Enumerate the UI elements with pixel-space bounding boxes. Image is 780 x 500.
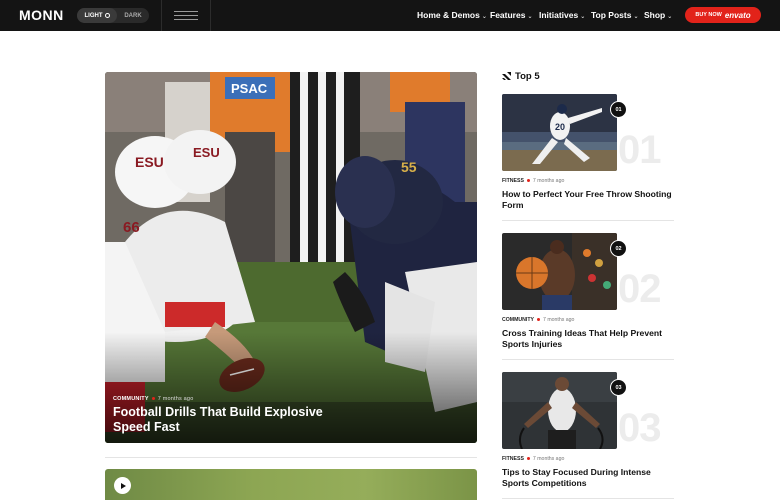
post-category[interactable]: COMMUNITY: [113, 396, 149, 402]
featured-post-card[interactable]: PSAC ESU ESU 66 55 COMMUNITY 7 months ag…: [105, 72, 477, 443]
buy-now-label: BUY NOW: [695, 12, 722, 18]
item-divider: [502, 359, 674, 360]
nav-initiatives[interactable]: Initiatives ⌄: [539, 10, 585, 20]
helmet-text: ESU: [193, 145, 220, 160]
chevron-down-icon: ⌄: [633, 14, 639, 20]
nav-label: Features: [490, 10, 526, 20]
theme-dark-option[interactable]: DARK: [117, 8, 149, 23]
featured-post-image: PSAC ESU ESU 66 55: [105, 72, 477, 443]
nav-label: Home & Demos: [417, 10, 480, 20]
post-time: 7 months ago: [157, 396, 194, 402]
nav-home-demos[interactable]: Home & Demos ⌄: [417, 10, 487, 20]
top-posts-heading: Top 5: [502, 71, 540, 82]
post-category[interactable]: COMMUNITY: [502, 317, 534, 323]
sun-icon: [104, 13, 110, 18]
featured-post-title[interactable]: Football Drills That Build Explosive Spe…: [113, 405, 343, 434]
helmet-text: 55: [401, 159, 417, 175]
sign-text: PSAC: [231, 81, 268, 96]
rank-watermark: 01: [618, 128, 661, 172]
post-meta: FITNESS 7 months ago: [502, 456, 564, 462]
post-meta: COMMUNITY 7 months ago: [502, 317, 574, 323]
theme-toggle[interactable]: LIGHT DARK: [77, 8, 149, 23]
post-time: 7 months ago: [543, 317, 575, 323]
nav-label: Shop: [644, 10, 666, 20]
separator-dot: [526, 457, 530, 461]
gym-workout-image: [502, 372, 617, 449]
site-logo[interactable]: MONN: [19, 7, 64, 23]
post-category[interactable]: FITNESS: [502, 178, 524, 184]
site-header: MONN LIGHT DARK Home & Demos ⌄ Features ⌄ …: [0, 0, 780, 31]
envato-logo: envato: [724, 10, 751, 20]
post-title[interactable]: Tips to Stay Focused During Intense Spor…: [502, 467, 674, 489]
chevron-down-icon: ⌄: [481, 14, 487, 20]
post-time: 7 months ago: [532, 456, 565, 462]
post-title[interactable]: How to Perfect Your Free Throw Shooting …: [502, 189, 674, 211]
nav-label: Top Posts: [591, 10, 632, 20]
play-icon: [120, 482, 126, 489]
baseball-pitcher-image: 20: [502, 94, 617, 171]
jersey-number: 66: [123, 219, 140, 236]
nav-features[interactable]: Features ⌄: [490, 10, 532, 20]
basketball-training-image: [502, 233, 617, 310]
menu-line: [174, 19, 198, 20]
post-category[interactable]: FITNESS: [502, 456, 524, 462]
section-divider: [105, 457, 477, 458]
secondary-post-card[interactable]: [105, 469, 477, 500]
helmet-text: ESU: [135, 154, 164, 170]
rank-badge: 01: [610, 101, 627, 118]
chevron-down-icon: ⌄: [580, 14, 586, 20]
post-thumbnail[interactable]: [502, 372, 617, 449]
rank-badge: 02: [610, 240, 627, 257]
nav-top-posts[interactable]: Top Posts ⌄: [591, 10, 639, 20]
featured-post-meta: COMMUNITY 7 months ago: [113, 396, 193, 402]
chevron-down-icon: ⌄: [667, 14, 673, 20]
post-title[interactable]: Cross Training Ideas That Help Prevent S…: [502, 328, 674, 350]
item-divider: [502, 498, 674, 499]
hamburger-menu-button[interactable]: [161, 0, 211, 31]
chevron-down-icon: ⌄: [527, 14, 533, 20]
trending-icon: [502, 72, 511, 80]
jersey-number: 20: [555, 122, 565, 132]
theme-light-label: LIGHT: [84, 12, 103, 19]
post-thumbnail[interactable]: [502, 233, 617, 310]
menu-line: [174, 11, 198, 12]
post-meta: FITNESS 7 months ago: [502, 178, 564, 184]
rank-watermark: 02: [618, 267, 661, 311]
nav-shop[interactable]: Shop ⌄: [644, 10, 672, 20]
post-thumbnail[interactable]: 20: [502, 94, 617, 171]
separator-dot: [537, 318, 540, 322]
separator-dot: [151, 397, 155, 401]
item-divider: [502, 220, 674, 221]
buy-now-button[interactable]: BUY NOW envato: [685, 7, 761, 23]
nav-label: Initiatives: [539, 10, 579, 20]
post-time: 7 months ago: [532, 178, 565, 184]
play-video-button[interactable]: [114, 477, 131, 494]
rank-watermark: 03: [618, 406, 661, 450]
rank-badge: 03: [610, 379, 627, 396]
separator-dot: [526, 179, 530, 183]
theme-light-option[interactable]: LIGHT: [77, 8, 117, 23]
sidebar-title: Top 5: [515, 71, 540, 82]
menu-line: [174, 15, 198, 16]
